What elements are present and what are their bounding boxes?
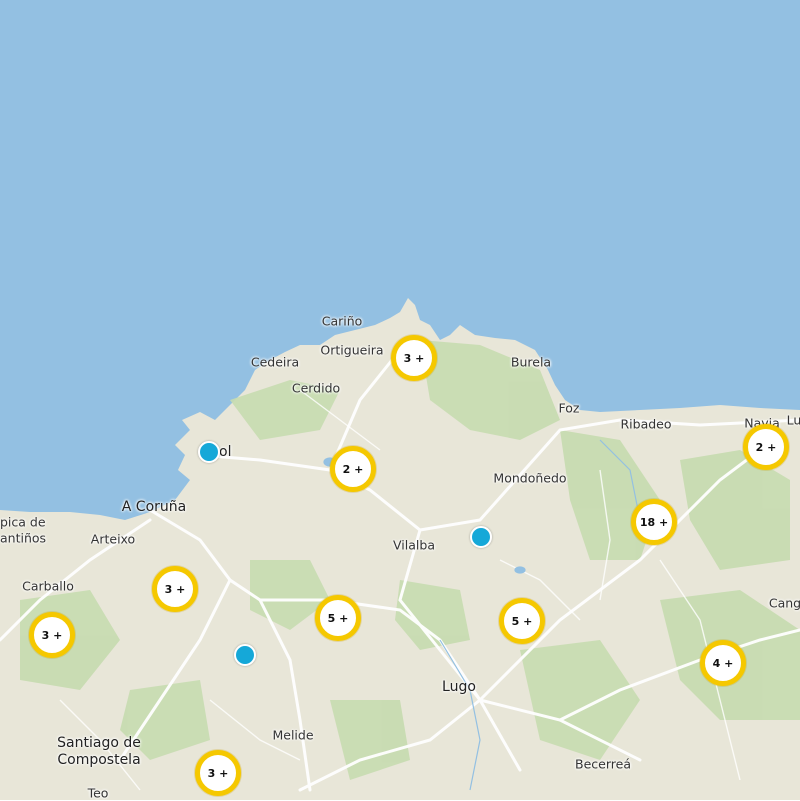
place-label-carballo: Carballo <box>22 578 74 594</box>
cluster-marker[interactable]: 2 + <box>330 446 376 492</box>
place-label-ortigueira: Ortigueira <box>320 342 384 358</box>
place-label-teo: Teo <box>87 785 109 801</box>
place-label-lugo: Lugo <box>442 679 476 695</box>
location-marker-south[interactable] <box>234 644 256 666</box>
cluster-marker[interactable]: 18 + <box>631 499 677 545</box>
place-label-cedeira: Cedeira <box>250 354 300 370</box>
cluster-marker[interactable]: 5 + <box>499 598 545 644</box>
place-label-santiago: Santiago de Compostela <box>57 735 141 768</box>
cluster-marker[interactable]: 3 + <box>391 335 437 381</box>
place-label-burela: Burela <box>510 354 552 370</box>
location-marker-vilalba[interactable] <box>470 526 492 548</box>
place-label-carino: Cariño <box>321 313 363 329</box>
location-marker-ferrol[interactable] <box>198 441 220 463</box>
place-label-lu: Lu <box>786 412 800 428</box>
cluster-marker[interactable]: 3 + <box>29 612 75 658</box>
place-label-costa-1: pica de <box>0 514 46 530</box>
place-label-cangas: Cang <box>768 595 800 611</box>
place-label-ribadeo: Ribadeo <box>620 416 672 432</box>
cluster-marker[interactable]: 3 + <box>195 750 241 796</box>
place-label-a-coruna: A Coruña <box>121 499 187 515</box>
place-label-foz: Foz <box>558 400 580 416</box>
map-canvas[interactable] <box>0 0 800 800</box>
place-label-costa-2: antiños <box>0 530 47 546</box>
cluster-marker[interactable]: 4 + <box>700 640 746 686</box>
place-label-becerrea: Becerreá <box>575 756 631 772</box>
place-label-melide: Melide <box>272 727 314 743</box>
place-label-arteixo: Arteixo <box>90 531 136 547</box>
cluster-marker[interactable]: 2 + <box>743 424 789 470</box>
place-label-vilalba: Vilalba <box>393 537 435 553</box>
cluster-marker[interactable]: 5 + <box>315 595 361 641</box>
place-label-mondonedo: Mondoñedo <box>493 470 567 486</box>
cluster-marker[interactable]: 3 + <box>152 566 198 612</box>
place-label-cerdido: Cerdido <box>291 380 341 396</box>
